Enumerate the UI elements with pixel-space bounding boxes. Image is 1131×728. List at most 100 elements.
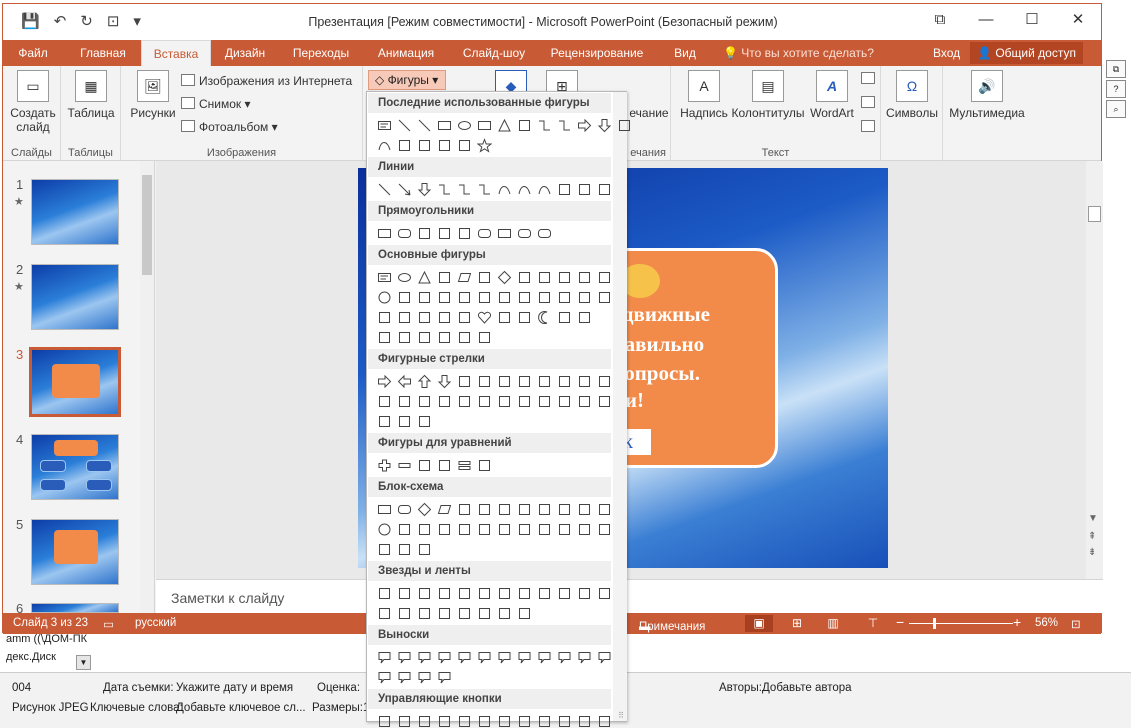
shape-rect-icon[interactable]	[434, 115, 454, 135]
header-footer-button[interactable]: ▤ Колонтитулы	[731, 70, 805, 120]
shape-line-icon[interactable]	[394, 115, 414, 135]
shape-curved-icon[interactable]	[414, 391, 434, 411]
shape-elbow-icon[interactable]	[454, 179, 474, 199]
slide-thumb-2[interactable]	[31, 264, 119, 330]
shape-circle-icon[interactable]	[374, 519, 394, 539]
shape-back-icon[interactable]	[374, 711, 394, 728]
shape-chevron-icon[interactable]	[514, 391, 534, 411]
shape-pred-icon[interactable]	[454, 499, 474, 519]
close-button[interactable]: ✕	[1055, 4, 1101, 36]
shape-star8-icon[interactable]	[494, 583, 514, 603]
shape-ribbon-icon[interactable]	[434, 603, 454, 623]
help-icon[interactable]: ?	[1106, 80, 1126, 98]
shape-brace-icon[interactable]	[474, 327, 494, 347]
shape-ribbon-icon[interactable]	[414, 603, 434, 623]
shape-circ-icon[interactable]	[414, 411, 434, 431]
slide-number-button[interactable]	[861, 96, 879, 110]
shape-tri-icon[interactable]	[494, 115, 514, 135]
shape-arc-icon[interactable]	[394, 135, 414, 155]
shape-ribbon-icon[interactable]	[374, 603, 394, 623]
shape-elbow-icon[interactable]	[434, 179, 454, 199]
shape-wave-icon[interactable]	[494, 603, 514, 623]
shape-help-icon[interactable]	[574, 711, 594, 728]
shape-diag-icon[interactable]	[514, 287, 534, 307]
scrollbar-thumb[interactable]	[1088, 206, 1101, 222]
shape-star32-icon[interactable]	[594, 583, 614, 603]
shape-rrect-icon[interactable]	[474, 223, 494, 243]
shape-callout-icon[interactable]	[434, 667, 454, 687]
shape-callout-icon[interactable]	[554, 647, 574, 667]
chevron-down-icon[interactable]: ▼	[1088, 513, 1098, 524]
shape-callout-icon[interactable]	[574, 647, 594, 667]
shape-term-icon[interactable]	[534, 499, 554, 519]
shape-callout-icon[interactable]	[414, 667, 434, 687]
shape-blank-icon[interactable]	[594, 711, 614, 728]
shape-snip-icon[interactable]	[414, 223, 434, 243]
shape-cube-icon[interactable]	[594, 287, 614, 307]
shape-curve-icon[interactable]	[374, 135, 394, 155]
redo-icon[interactable]: ↻	[80, 12, 93, 30]
shape-rrect-icon[interactable]	[534, 223, 554, 243]
shape-dia-icon[interactable]	[414, 499, 434, 519]
shape-text-icon[interactable]	[374, 267, 394, 287]
shape-eq-icon[interactable]	[454, 455, 474, 475]
shape-star6-icon[interactable]	[454, 583, 474, 603]
shape-quad-icon[interactable]	[494, 371, 514, 391]
shape-scroll-icon[interactable]	[474, 603, 494, 623]
shape-star12-icon[interactable]	[534, 583, 554, 603]
shape-rrect-icon[interactable]	[514, 223, 534, 243]
keywords-value[interactable]: Добавьте ключевое сл...	[176, 702, 306, 714]
undo-icon[interactable]: ↶	[54, 12, 67, 30]
shape-movie-icon[interactable]	[514, 711, 534, 728]
date-time-button[interactable]	[861, 72, 879, 86]
save-icon[interactable]: 💾	[21, 12, 40, 30]
shape-noentry-icon[interactable]	[414, 307, 434, 327]
chevron-down-icon[interactable]: ▼	[76, 655, 91, 670]
shape-striped-icon[interactable]	[454, 391, 474, 411]
shape-star5-icon[interactable]	[434, 583, 454, 603]
shape-bevel-icon[interactable]	[374, 307, 394, 327]
shape-scribble-icon[interactable]	[594, 179, 614, 199]
shape-callout-icon[interactable]	[374, 647, 394, 667]
shape-hexa-icon[interactable]	[534, 267, 554, 287]
table-button[interactable]: ▦ Таблица	[65, 70, 117, 120]
shape-callout-icon[interactable]	[494, 647, 514, 667]
new-slide-button[interactable]: ▭ Создать слайд	[7, 70, 59, 134]
shape-uturn-icon[interactable]	[554, 371, 574, 391]
shape-octa-icon[interactable]	[574, 267, 594, 287]
customize-icon[interactable]: ▾	[133, 12, 141, 30]
slide-thumb-5[interactable]	[31, 519, 119, 585]
shape-lcall-icon[interactable]	[574, 391, 594, 411]
shape-darrow-icon[interactable]	[414, 179, 434, 199]
shape-bent-icon[interactable]	[534, 371, 554, 391]
shape-frame-icon[interactable]	[454, 287, 474, 307]
shape-begin-icon[interactable]	[414, 711, 434, 728]
shape-freeform-icon[interactable]	[554, 179, 574, 199]
tab-file[interactable]: Файл	[3, 40, 63, 66]
wordart-button[interactable]: A WordArt	[807, 70, 857, 120]
shape-rect-icon[interactable]	[374, 223, 394, 243]
shape-rect-icon[interactable]	[374, 499, 394, 519]
slide-thumb-4[interactable]	[31, 434, 119, 500]
shape-halfframe-icon[interactable]	[474, 287, 494, 307]
shape-drum-icon[interactable]	[394, 539, 414, 559]
shape-fwd-icon[interactable]	[394, 711, 414, 728]
slideshow-view-icon[interactable]: ⊤	[859, 615, 887, 632]
shape-circle-icon[interactable]	[374, 287, 394, 307]
shape-elbow-icon[interactable]	[534, 115, 554, 135]
shape-can-icon[interactable]	[574, 287, 594, 307]
shape-tear-icon[interactable]	[434, 287, 454, 307]
shape-callout-icon[interactable]	[394, 647, 414, 667]
shape-quad-icon[interactable]	[514, 371, 534, 391]
symbols-button[interactable]: Ω Символы	[885, 70, 939, 120]
date-value[interactable]: Укажите дату и время	[176, 682, 293, 694]
tab-transitions[interactable]: Переходы	[279, 40, 363, 66]
shape-darrow-icon[interactable]	[594, 115, 614, 135]
shape-collate-icon[interactable]	[494, 519, 514, 539]
ribbon-options-icon[interactable]: ⧉	[917, 4, 963, 36]
maximize-button[interactable]: ☐	[1009, 4, 1055, 36]
search-icon[interactable]: ⌕	[1106, 100, 1126, 118]
tell-me-field[interactable]: 💡 Что вы хотите сделать?	[723, 40, 874, 66]
shape-curved-icon[interactable]	[374, 391, 394, 411]
zoom-out-icon[interactable]: −	[896, 614, 904, 630]
